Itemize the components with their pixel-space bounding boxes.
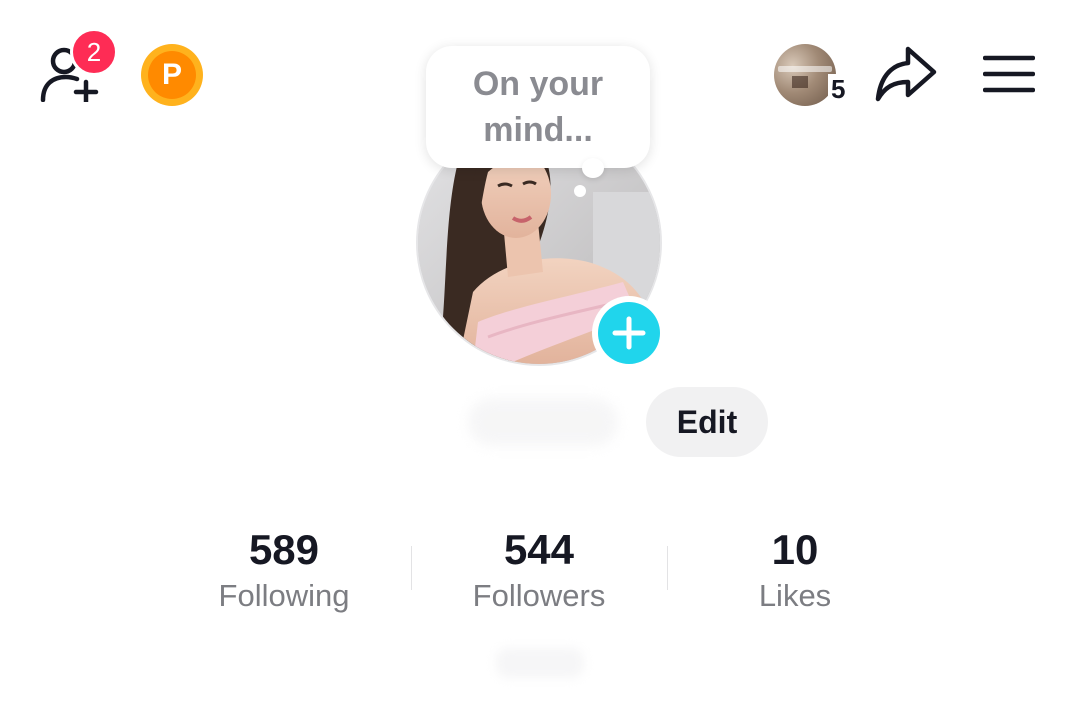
note-bubble-tail bbox=[582, 158, 604, 178]
add-friends-button[interactable]: 2 bbox=[38, 28, 118, 102]
followers-count: 544 bbox=[503, 526, 575, 573]
stat-divider bbox=[411, 546, 412, 590]
stat-following[interactable]: 589 Following bbox=[174, 524, 394, 616]
followers-label: Followers bbox=[472, 578, 606, 613]
share-icon bbox=[875, 46, 937, 102]
add-story-button[interactable] bbox=[592, 296, 666, 370]
profile-visitors-button[interactable]: 5 bbox=[774, 44, 854, 108]
friend-request-badge: 2 bbox=[70, 28, 118, 76]
stat-likes[interactable]: 10 Likes bbox=[685, 524, 905, 616]
likes-label: Likes bbox=[758, 578, 832, 613]
stat-divider bbox=[667, 546, 668, 590]
plus-icon bbox=[612, 316, 646, 350]
coin-button[interactable]: P bbox=[141, 44, 203, 106]
bio-blurred bbox=[496, 648, 584, 678]
share-button[interactable] bbox=[874, 44, 938, 109]
note-bubble-dot bbox=[574, 185, 586, 197]
visitor-count: 5 bbox=[828, 74, 849, 105]
note-placeholder: On your mind... bbox=[472, 65, 604, 149]
visitor-avatar bbox=[774, 44, 836, 106]
hamburger-menu-icon bbox=[982, 55, 1036, 93]
username-blurred bbox=[468, 398, 618, 446]
menu-button[interactable] bbox=[982, 54, 1036, 99]
edit-profile-button[interactable]: Edit bbox=[646, 387, 768, 457]
coin-icon: P bbox=[148, 51, 196, 99]
likes-count: 10 bbox=[771, 526, 819, 573]
following-label: Following bbox=[218, 578, 350, 613]
stat-followers[interactable]: 544 Followers bbox=[429, 524, 649, 616]
following-count: 589 bbox=[248, 526, 320, 573]
note-bubble[interactable]: On your mind... bbox=[426, 46, 650, 168]
